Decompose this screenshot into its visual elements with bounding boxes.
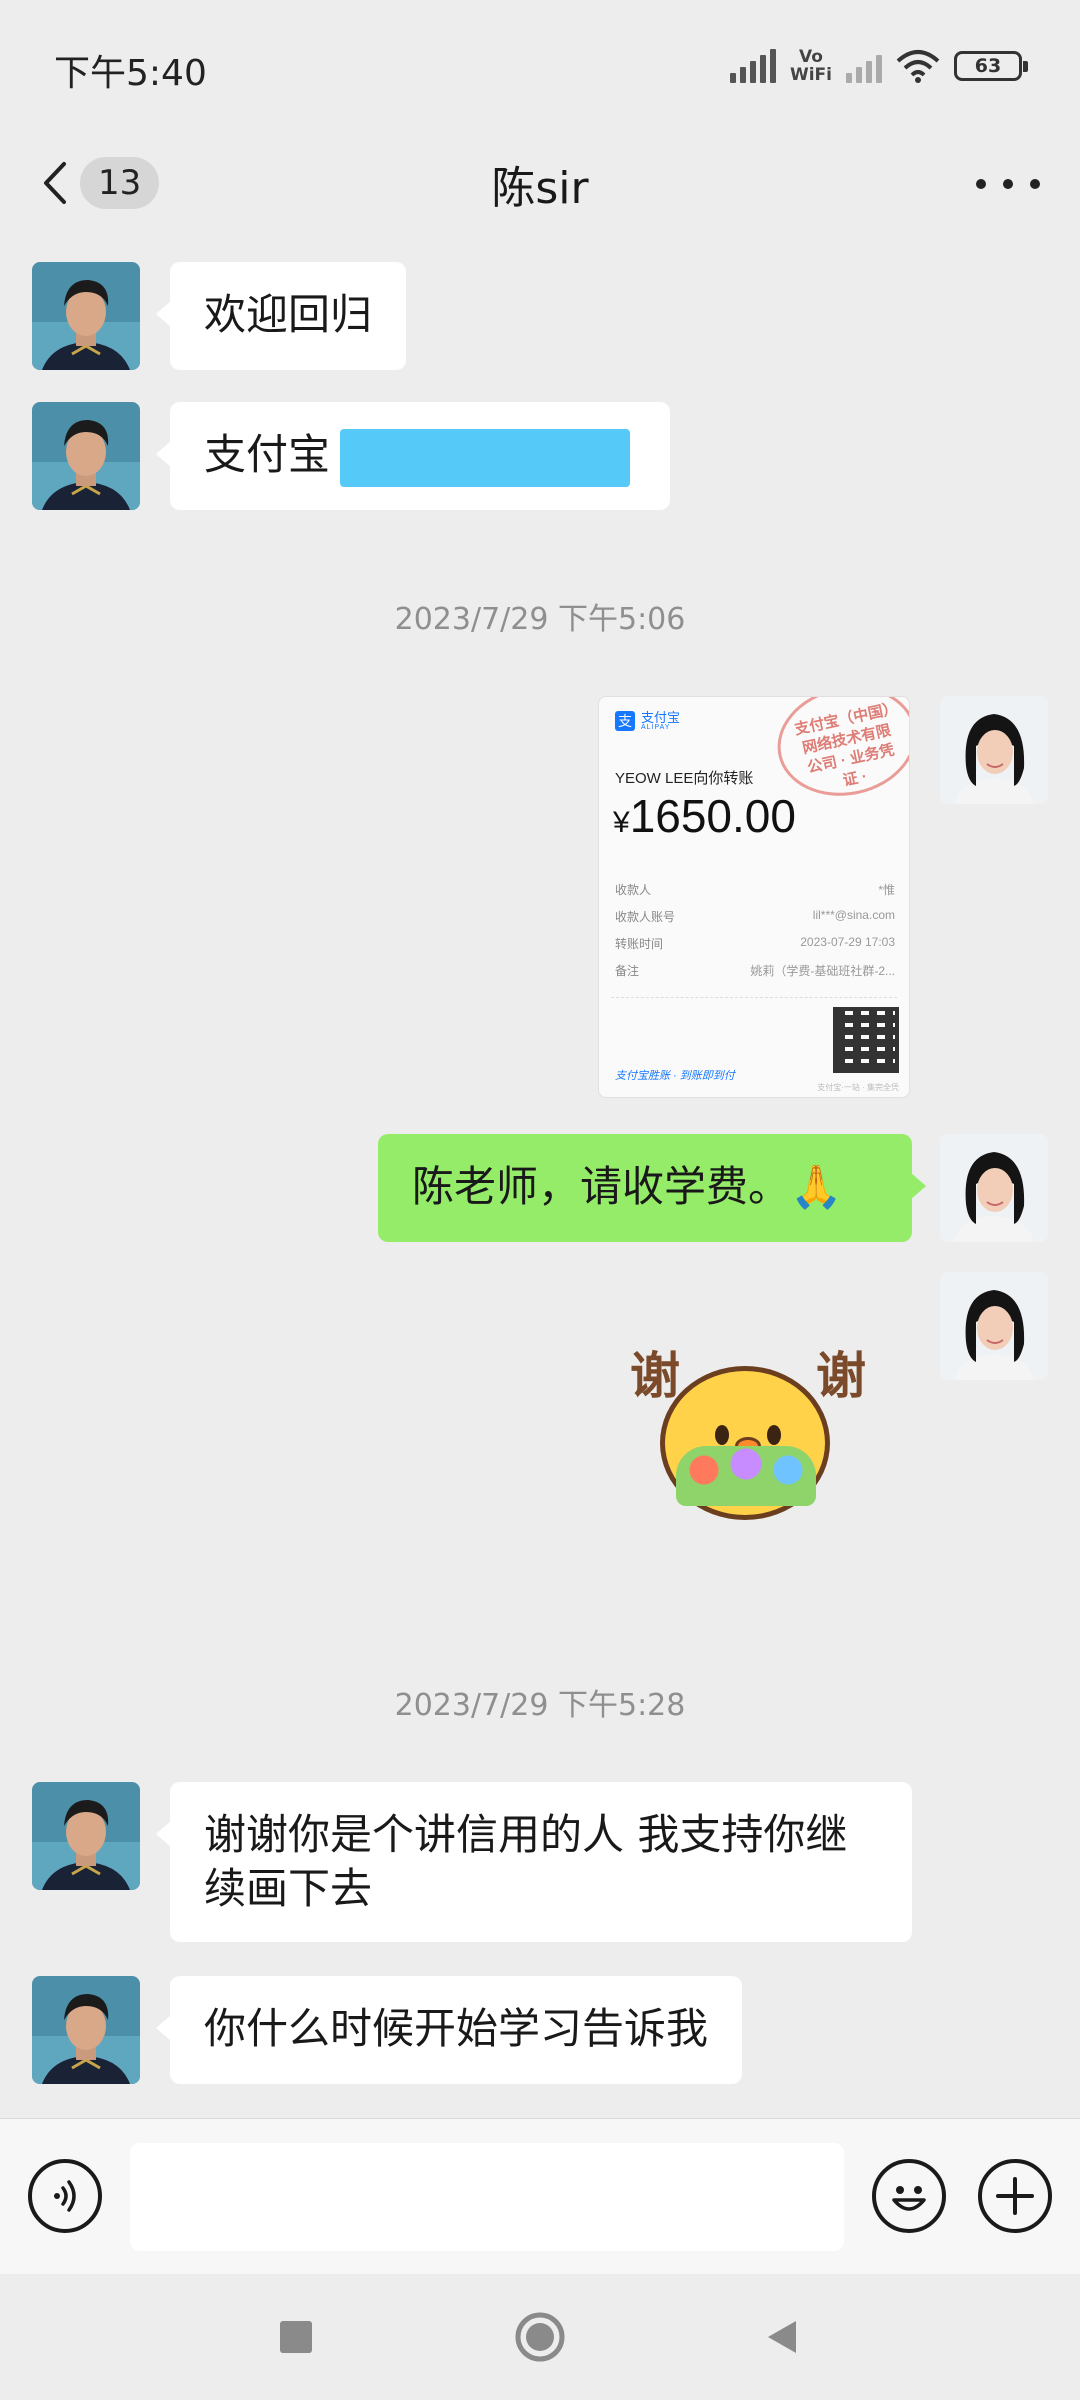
- emoji-button[interactable]: [872, 2159, 946, 2233]
- emoji-icon: [892, 2186, 926, 2211]
- receipt-row-value: *惟: [878, 883, 895, 897]
- plus-icon: [996, 2177, 1034, 2215]
- contact-avatar[interactable]: [32, 1976, 140, 2084]
- redacted-account-block: [340, 428, 631, 487]
- contact-avatar-image: [32, 402, 140, 510]
- battery-icon: 63: [954, 51, 1028, 81]
- input-bar: [0, 2118, 1080, 2274]
- contact-avatar[interactable]: [32, 402, 140, 510]
- alipay-logo-subtext: ALIPAY: [641, 724, 671, 731]
- message-bubble-received[interactable]: 欢迎回归: [155, 262, 407, 370]
- chat-header: 13 陈sir: [0, 130, 1080, 238]
- cellular-signal-icon: [729, 49, 776, 83]
- receipt-footer-small: 支付宝·一站 · 集完全凭: [817, 1083, 899, 1092]
- sticker-word: 谢: [816, 1347, 866, 1405]
- status-time: 下午5:40: [54, 53, 207, 94]
- alipay-logo: 支 支付宝 ALIPAY: [615, 711, 680, 731]
- contact-avatar[interactable]: [32, 1782, 140, 1890]
- receipt-title: YEOW LEE向你转账: [615, 770, 754, 787]
- timestamp: 2023/7/29 下午5:06: [394, 602, 686, 637]
- message-text: 谢谢你是个讲信用的人 我支持你继续画下去: [204, 1810, 848, 1913]
- receipt-row-value: 姚莉（学费-基础班社群-2...: [750, 964, 895, 978]
- home-button[interactable]: [470, 2274, 610, 2400]
- wifi-icon: [896, 50, 940, 83]
- voice-input-button[interactable]: [28, 2159, 102, 2233]
- receipt-footer: 支付宝胜账 · 到账即到付: [615, 1070, 735, 1082]
- chick-eye: [767, 1425, 781, 1445]
- home-circle-icon: [515, 2312, 565, 2362]
- message-text: 你什么时候开始学习告诉我: [204, 2004, 709, 2053]
- self-avatar[interactable]: [940, 696, 1048, 804]
- more-options-button[interactable]: [976, 160, 1040, 208]
- receipt-row: 转账时间 2023-07-29 17:03: [615, 935, 895, 962]
- flower-bouquet-icon: [676, 1446, 816, 1506]
- payment-receipt-image[interactable]: 支 支付宝 ALIPAY 支付宝（中国）网络技术有限公司 · 业务凭证 · YE…: [598, 696, 910, 1098]
- message-input[interactable]: [130, 2143, 844, 2251]
- status-icons: Vo WiFi 63: [729, 44, 1028, 88]
- receipt-row-label: 收款人: [615, 883, 652, 897]
- contact-avatar-image: [32, 1782, 140, 1890]
- chat-title: 陈sir: [491, 163, 589, 214]
- self-avatar[interactable]: [940, 1134, 1048, 1242]
- contact-avatar-image: [32, 1976, 140, 2084]
- message-bubble-received[interactable]: 谢谢你是个讲信用的人 我支持你继续画下去: [156, 1782, 912, 1942]
- message-text: 陈老师，请收学费。🙏: [412, 1162, 843, 1211]
- thank-you-sticker[interactable]: 谢 谢: [630, 1336, 866, 1532]
- status-bar: 下午5:40 Vo WiFi 63: [0, 0, 1080, 130]
- message-bubble-received[interactable]: 支付宝: [156, 402, 670, 510]
- square-icon: [280, 2321, 312, 2353]
- triangle-back-icon: [768, 2321, 796, 2353]
- receipt-amount: ¥1650.00: [613, 789, 796, 843]
- contact-avatar[interactable]: [32, 262, 140, 370]
- message-text: 支付宝: [204, 430, 331, 479]
- receipt-row: 收款人 *惟: [615, 881, 895, 908]
- alipay-logo-text: 支付宝: [641, 710, 681, 725]
- sticker-word: 谢: [630, 1347, 680, 1405]
- self-avatar-image: [940, 696, 1048, 804]
- receipt-row-value: lil***@sina.com: [812, 908, 895, 922]
- amount-value: 1650.00: [629, 790, 796, 842]
- receipt-row: 收款人账号 lil***@sina.com: [615, 908, 895, 935]
- contact-avatar-image: [32, 262, 140, 370]
- voice-icon: [54, 2180, 76, 2212]
- more-dot-icon: [1030, 179, 1040, 189]
- more-dot-icon: [976, 179, 986, 189]
- receipt-details: 收款人 *惟 收款人账号 lil***@sina.com 转账时间 2023-07-2…: [615, 881, 895, 989]
- receipt-row-label: 备注: [615, 964, 640, 978]
- receipt-divider: [611, 997, 897, 998]
- self-avatar-image: [940, 1134, 1048, 1242]
- receipt-row-label: 转账时间: [615, 937, 664, 951]
- vowifi-line1: Vo: [799, 47, 823, 67]
- system-nav-bar: [0, 2274, 1080, 2400]
- recents-button[interactable]: [226, 2274, 366, 2400]
- receipt-row: 备注 姚莉（学费-基础班社群-2...: [615, 962, 895, 989]
- message-text: 欢迎回归: [204, 290, 373, 339]
- self-avatar[interactable]: [940, 1272, 1048, 1380]
- receipt-row-label: 收款人账号: [615, 910, 676, 924]
- battery-level: 63: [974, 55, 1002, 77]
- timestamp: 2023/7/29 下午5:28: [394, 1688, 686, 1723]
- vowifi-icon: Vo WiFi: [790, 48, 832, 84]
- qr-code-icon: [833, 1007, 899, 1073]
- cellular-signal-2-icon: [846, 49, 882, 83]
- chick-eye: [715, 1425, 729, 1445]
- message-bubble-sent[interactable]: 陈老师，请收学费。🙏: [378, 1134, 926, 1242]
- more-dot-icon: [1003, 179, 1013, 189]
- alipay-logo-icon: 支: [615, 711, 635, 731]
- self-avatar-image: [940, 1272, 1048, 1380]
- receipt-row-value: 2023-07-29 17:03: [800, 935, 895, 949]
- currency-symbol: ¥: [613, 806, 630, 839]
- vowifi-line2: WiFi: [789, 65, 832, 85]
- message-bubble-received[interactable]: 你什么时候开始学习告诉我: [155, 1976, 743, 2084]
- more-functions-button[interactable]: [978, 2159, 1052, 2233]
- back-nav-button[interactable]: [712, 2274, 852, 2400]
